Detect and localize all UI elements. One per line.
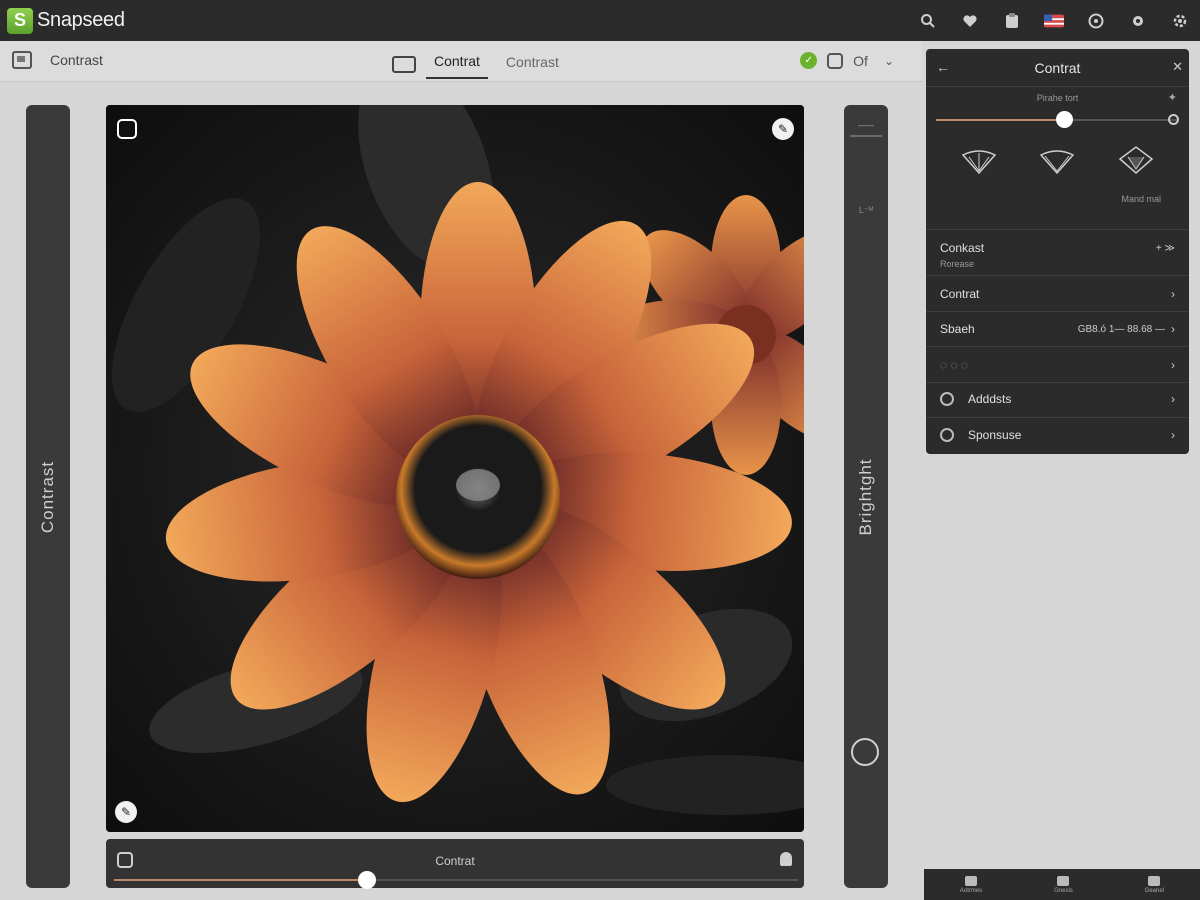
left-slider-label: Contrast [38,460,57,533]
nav-label: Geanel [1144,887,1165,894]
row-right-text[interactable]: + ≫ [1156,243,1175,254]
row-label: Conkast [940,241,985,255]
panel-row-dots[interactable]: ◌ ◌ ◌ › [926,348,1189,382]
nav-label: Aotrmes [959,887,983,894]
edit-icon[interactable]: ✎ [772,118,794,140]
tool-label: Contrast [50,52,103,68]
panel-divider [926,346,1189,347]
panel-row-adddsts[interactable]: Adddsts › [926,382,1189,416]
chevron-right-icon: › [1171,428,1175,442]
search-icon[interactable] [918,11,938,31]
row-label: Adddsts [968,392,1012,406]
preset-fan-icon-3[interactable] [1116,145,1156,179]
tab-contrat[interactable]: Contrat [426,49,488,79]
preset-caption: Mand mal [1121,194,1161,204]
row-right-text: GB8.ó 1— 88.68 — [1077,323,1165,335]
brightness-vertical-slider[interactable]: —— L⁻ᴹ Brightght [844,105,888,888]
styles-icon [965,875,978,886]
chevron-down-icon[interactable]: ⌄ [884,54,894,68]
tab-contrast[interactable]: Contrast [498,50,567,78]
heart-icon[interactable] [960,11,980,31]
pin-icon[interactable]: ✦ [1168,91,1177,104]
panel-divider [926,275,1189,276]
crop-icon[interactable] [117,119,137,139]
right-slider-label: Brightght [856,457,875,536]
bell-icon[interactable] [780,852,792,866]
preset-fan-icon-1[interactable] [959,145,999,179]
app-title: Snapseed [37,9,125,31]
panel-row-contrat[interactable]: Contrat › [926,277,1189,311]
contrast-vertical-slider[interactable]: Contrast [26,105,70,888]
panel-slider-track[interactable] [936,111,1179,128]
nav-item-export[interactable]: Geanel [1144,875,1165,894]
title-bar: S Snapseed [0,0,1200,41]
export-icon [1148,875,1161,886]
panel-slider-fill [936,119,1064,121]
right-slider-mid-label: L⁻ᴹ [858,205,874,215]
nav-label: Gnesls [1054,887,1073,894]
refresh-icon [940,392,954,406]
right-slider-knob[interactable] [851,738,879,766]
compare-icon[interactable] [392,55,416,73]
bottom-slider-label: Contrat [435,854,475,868]
panel-row-sbaeh[interactable]: Sbaeh GB8.ó 1— 88.68 — › [926,312,1189,346]
nav-item-styles[interactable]: Aotrmes [959,875,983,894]
row-label: Contrat [940,287,980,301]
flag-icon[interactable] [1044,11,1064,31]
bottom-slider-track[interactable] [114,871,798,889]
nav-item-tools[interactable]: Gnesls [1054,875,1073,894]
image-tool-icon[interactable] [12,51,32,69]
right-slider-top-label: —— [858,121,874,130]
clipboard-icon[interactable] [1002,11,1022,31]
toolbar: Contrast Contrat Contrast ✓ Of ⌄ [0,41,922,82]
slider-end-icon[interactable] [1168,114,1179,125]
panel-subtitle: Pirahe tort [1036,93,1079,103]
right-slider-divider [850,135,882,137]
sync-icon [940,428,954,442]
row-label: ◌ ◌ ◌ [940,358,969,372]
row-sublabel: Rorease [940,259,975,269]
toggle-off-label[interactable]: Of [853,53,868,69]
app-logo: S Snapseed [7,7,125,34]
chevron-right-icon: › [1171,358,1175,372]
chevron-right-icon: › [1171,287,1175,301]
contrast-horizontal-slider[interactable]: Contrat [106,839,804,889]
photo-canvas[interactable]: ✎ ✎ [106,105,804,832]
panel-title: Contrat [1034,59,1081,76]
panel-row-sponsuse[interactable]: Sponsuse › [926,418,1189,452]
chevron-right-icon: › [1171,322,1175,336]
brush-icon[interactable]: ✎ [115,801,137,823]
tools-icon [1057,875,1070,886]
gear-icon[interactable] [1170,11,1190,31]
panel-divider [926,229,1189,230]
close-icon[interactable]: ✕ [1172,59,1183,75]
square-tool-icon[interactable] [827,52,844,69]
bottom-nav-bar: Aotrmes Gnesls Geanel [924,869,1200,900]
back-arrow-icon[interactable]: ← [936,59,950,75]
panel-slider-knob[interactable] [1055,111,1073,128]
snapseed-logo-icon: S [7,7,33,34]
row-label: Sponsuse [968,428,1022,442]
flower-photo [106,105,804,832]
compass-icon[interactable] [1086,11,1106,31]
chevron-right-icon: › [1171,392,1175,406]
preset-fan-icon-2[interactable] [1037,145,1077,179]
adjustment-panel: ← Contrat ✕ Pirahe tort ✦ Mand mal Conka… [926,49,1189,454]
check-icon[interactable]: ✓ [800,52,818,69]
bottom-slider-fill [114,879,368,881]
row-label: Sbaeh [940,322,975,336]
settings-icon[interactable] [1128,11,1148,31]
bottom-slider-knob[interactable] [358,871,377,889]
